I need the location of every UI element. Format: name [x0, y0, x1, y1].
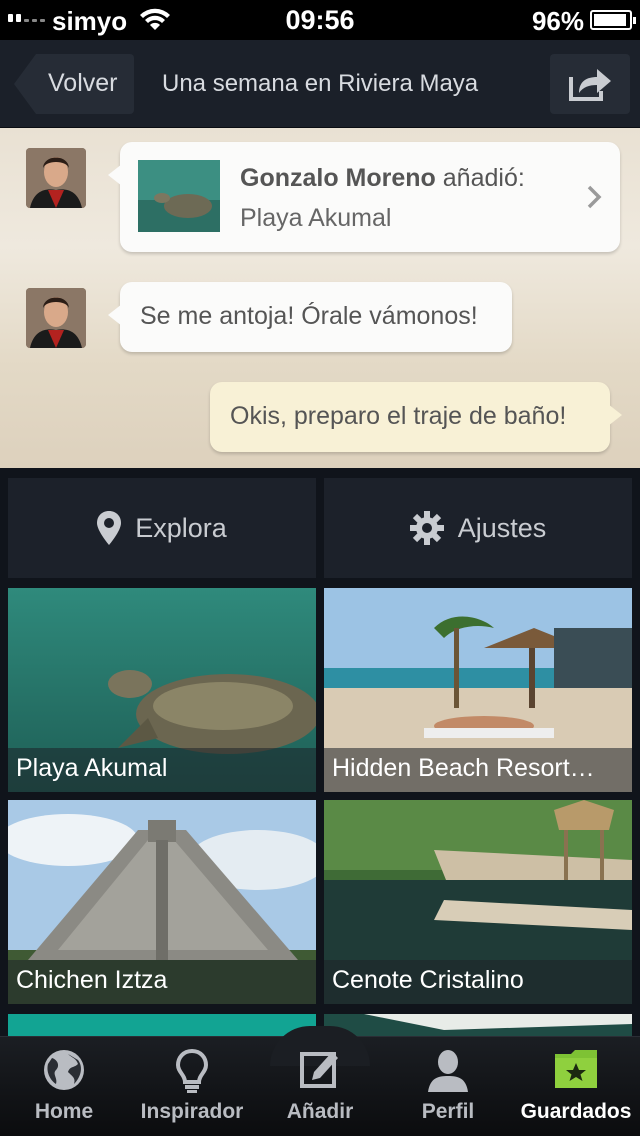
place-tile[interactable]: Cenote Cristalino — [324, 800, 632, 1004]
place-name: Cenote Cristalino — [332, 966, 524, 994]
lightbulb-icon — [175, 1048, 209, 1093]
share-author-line: Gonzalo Moreno añadió: — [240, 164, 525, 193]
chat-area: Gonzalo Moreno añadió: Playa Akumal Se m… — [0, 128, 640, 468]
gear-icon — [409, 511, 444, 545]
tab-label: Inspirador — [140, 1100, 244, 1123]
globe-icon — [44, 1050, 84, 1090]
tab-label: Home — [34, 1100, 94, 1123]
back-button-label: Volver — [48, 69, 118, 97]
place-thumbnail — [138, 160, 220, 232]
explore-label: Explora — [135, 512, 227, 543]
settings-label: Ajustes — [457, 512, 547, 543]
place-tile[interactable]: Chichen Iztza — [8, 800, 316, 1004]
tab-guardados[interactable]: Guardados — [512, 1036, 640, 1136]
avatar[interactable] — [26, 148, 86, 208]
avatar[interactable] — [26, 288, 86, 348]
shared-place-name: Playa Akumal — [240, 204, 392, 232]
tab-label: Añadir — [286, 1100, 354, 1123]
message-text: Okis, preparo el traje de baño! — [230, 402, 567, 430]
tab-label: Guardados — [520, 1100, 632, 1123]
chat-message-outgoing: Okis, preparo el traje de baño! — [210, 382, 622, 452]
place-caption: Hidden Beach Resort… — [324, 748, 632, 792]
location-pin-icon — [97, 511, 122, 545]
tab-label: Perfil — [421, 1100, 475, 1123]
tab-anadir[interactable]: Añadir — [256, 1036, 384, 1136]
explore-button[interactable]: Explora — [8, 478, 316, 578]
share-icon — [569, 69, 611, 101]
place-name: Playa Akumal — [16, 754, 168, 782]
actions-row: Explora Ajustes — [0, 468, 640, 580]
settings-button[interactable]: Ajustes — [324, 478, 632, 578]
tab-perfil[interactable]: Perfil — [384, 1036, 512, 1136]
chevron-right-icon — [587, 185, 602, 209]
place-caption: Cenote Cristalino — [324, 960, 632, 1004]
place-tile[interactable]: Hidden Beach Resort… — [324, 588, 632, 792]
chat-message-incoming: Se me antoja! Órale vámonos! — [108, 282, 512, 352]
person-icon — [428, 1050, 468, 1092]
share-action: añadió: — [442, 164, 525, 192]
message-text: Se me antoja! Órale vámonos! — [140, 302, 478, 330]
place-caption: Chichen Iztza — [8, 960, 316, 1004]
place-name: Hidden Beach Resort… — [332, 754, 595, 782]
battery-icon — [590, 10, 636, 30]
author-name: Gonzalo Moreno — [240, 164, 436, 192]
tab-inspirador[interactable]: Inspirador — [128, 1036, 256, 1136]
status-bar: simyo 09:56 96% — [0, 0, 640, 40]
nav-bar: Volver Una semana en Riviera Maya — [0, 40, 640, 128]
place-caption: Playa Akumal — [8, 748, 316, 792]
folder-star-icon — [555, 1050, 597, 1088]
battery-percentage: 96% — [531, 6, 584, 36]
edit-icon — [300, 1052, 338, 1088]
page-title: Una semana en Riviera Maya — [162, 70, 479, 97]
tab-home[interactable]: Home — [0, 1036, 128, 1136]
place-tile[interactable]: Playa Akumal — [8, 588, 316, 792]
share-button[interactable] — [550, 54, 630, 114]
shared-place-card[interactable]: Gonzalo Moreno añadió: Playa Akumal — [108, 142, 620, 252]
back-button[interactable]: Volver — [14, 54, 134, 114]
place-name: Chichen Iztza — [16, 966, 168, 994]
